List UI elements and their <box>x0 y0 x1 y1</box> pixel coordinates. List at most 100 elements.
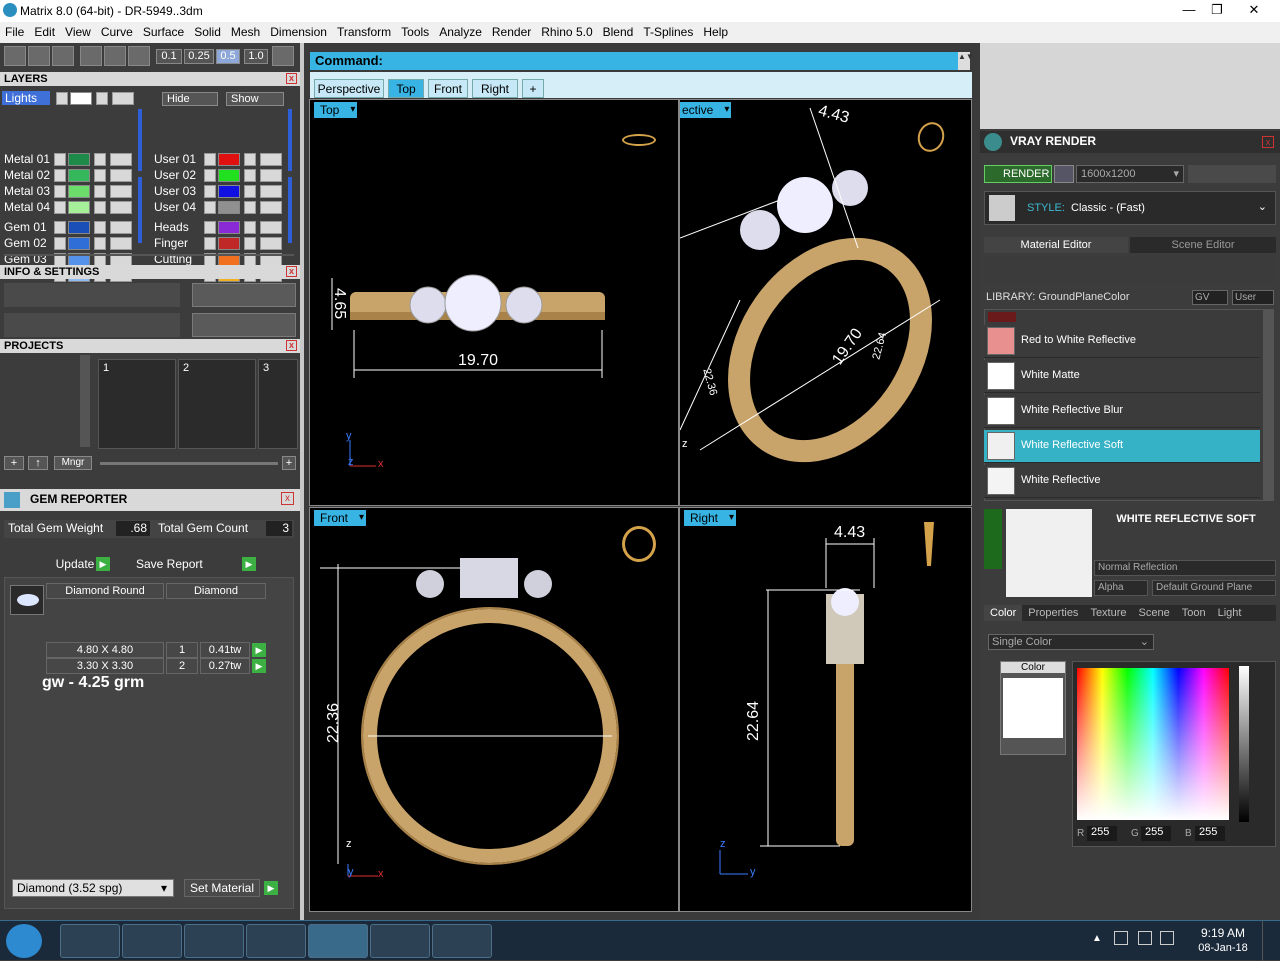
preview-toggle[interactable] <box>984 509 1002 569</box>
tab-material-editor[interactable]: Material Editor <box>984 237 1128 253</box>
project-slot-1[interactable]: 1 <box>98 359 176 449</box>
expand-icon[interactable] <box>54 237 66 250</box>
visibility-icon[interactable] <box>260 237 282 250</box>
lock-icon[interactable] <box>94 221 106 234</box>
menu-surface[interactable]: Surface <box>138 22 189 39</box>
box-icon[interactable] <box>28 46 50 66</box>
expand-icon[interactable] <box>204 221 216 234</box>
viewport-right[interactable]: Right 4.43 22.64 z y <box>679 507 972 912</box>
render-button[interactable]: RENDER <box>984 165 1052 183</box>
lights-layer[interactable]: Lights <box>2 91 50 105</box>
menu-tools[interactable]: Tools <box>396 22 434 39</box>
viewport-perspective[interactable]: ective 4.43 19.70 22.36 22.64 z <box>679 99 972 506</box>
layer-row[interactable]: Gem 02 <box>0 236 140 251</box>
expand-icon[interactable] <box>204 185 216 198</box>
visibility-icon[interactable] <box>260 153 282 166</box>
green-input[interactable]: 255 <box>1141 826 1171 841</box>
layer-color-swatch[interactable] <box>68 185 90 198</box>
menu-dimension[interactable]: Dimension <box>265 22 332 39</box>
grid-value-4[interactable]: 1.0 <box>244 49 268 64</box>
add-slot-button[interactable]: + <box>282 456 296 470</box>
menu-blend[interactable]: Blend <box>598 22 639 39</box>
red-input[interactable]: 255 <box>1087 826 1117 841</box>
plane-icon[interactable] <box>104 46 126 66</box>
layer-color-swatch[interactable] <box>68 221 90 234</box>
layer-color-swatch[interactable] <box>218 221 240 234</box>
visibility-icon[interactable] <box>260 221 282 234</box>
layer-color-swatch[interactable] <box>218 201 240 214</box>
expand-icon[interactable] <box>204 201 216 214</box>
menu-mesh[interactable]: Mesh <box>226 22 265 39</box>
lock-icon[interactable] <box>94 237 106 250</box>
layer-color-swatch[interactable] <box>68 201 90 214</box>
cursor-icon[interactable] <box>128 46 150 66</box>
command-bar[interactable]: Command: <box>310 52 958 70</box>
action-center-icon[interactable] <box>1160 931 1174 945</box>
layer-row[interactable]: User 04 <box>150 200 290 215</box>
menu-file[interactable]: File <box>0 22 29 39</box>
snap-icon[interactable] <box>80 46 102 66</box>
layer-row[interactable]: Metal 04 <box>0 200 140 215</box>
expand-icon[interactable] <box>54 221 66 234</box>
grid-toggle-icon[interactable] <box>272 46 294 66</box>
color-swatch[interactable] <box>1003 678 1063 738</box>
tab-properties[interactable]: Properties <box>1022 605 1084 621</box>
expand-icon[interactable] <box>54 169 66 182</box>
close-icon[interactable]: x <box>1262 136 1274 148</box>
network-icon[interactable] <box>1114 931 1128 945</box>
material-item[interactable]: White Matte <box>984 360 1260 393</box>
firefox-icon[interactable] <box>246 924 306 958</box>
media-player-icon[interactable] <box>60 924 120 958</box>
menu-curve[interactable]: Curve <box>96 22 138 39</box>
material-scrollbar[interactable] <box>1264 309 1274 501</box>
play-icon[interactable]: ▶ <box>96 557 110 571</box>
render-settings-icon[interactable] <box>1054 165 1074 183</box>
lock-icon[interactable] <box>94 153 106 166</box>
lock-icon[interactable] <box>244 185 256 198</box>
layer-color-swatch[interactable] <box>218 153 240 166</box>
volume-icon[interactable] <box>1138 931 1152 945</box>
tab-texture[interactable]: Texture <box>1084 605 1132 621</box>
lock-icon[interactable] <box>96 92 108 105</box>
tray-arrow-icon[interactable]: ▲ <box>1092 933 1102 944</box>
play-icon[interactable]: ▶ <box>242 557 256 571</box>
tab-top[interactable]: Top <box>388 79 424 98</box>
ground-plane-toggle[interactable]: Default Ground Plane <box>1152 580 1276 596</box>
show-toggle[interactable]: Show <box>226 92 284 106</box>
tab-scene-editor[interactable]: Scene Editor <box>1130 237 1276 253</box>
viewport-top[interactable]: Top 4.65 19.70 y z x <box>309 99 679 506</box>
visibility-icon[interactable] <box>110 237 132 250</box>
menu-tsplines[interactable]: T-Splines <box>638 22 698 39</box>
lock-icon[interactable] <box>244 221 256 234</box>
lock-icon[interactable] <box>94 185 106 198</box>
close-button[interactable]: ✕ <box>1240 0 1268 20</box>
menu-edit[interactable]: Edit <box>29 22 60 39</box>
expand-icon[interactable] <box>56 92 68 105</box>
ie-icon[interactable] <box>184 924 244 958</box>
material-item[interactable]: Red to White Reflective <box>984 325 1260 358</box>
user-toggle[interactable]: User <box>1232 290 1274 305</box>
visibility-icon[interactable] <box>110 169 132 182</box>
tab-perspective[interactable]: Perspective <box>314 79 384 98</box>
project-slot-3[interactable]: 3 <box>258 359 298 449</box>
alpha-toggle[interactable]: Alpha <box>1094 580 1148 596</box>
expand-icon[interactable] <box>204 169 216 182</box>
add-view-button[interactable]: + <box>522 79 544 98</box>
lock-icon[interactable] <box>94 169 106 182</box>
up-icon[interactable]: ↑ <box>28 456 48 470</box>
splitter[interactable] <box>4 254 294 256</box>
explorer-icon[interactable] <box>122 924 182 958</box>
layer-row[interactable]: User 02 <box>150 168 290 183</box>
menu-help[interactable]: Help <box>698 22 733 39</box>
picture-viewer-icon[interactable] <box>432 924 492 958</box>
expand-icon[interactable] <box>54 201 66 214</box>
viewport-front[interactable]: Front 22.36 z y x <box>309 507 679 912</box>
save-report-button[interactable]: Save Report <box>132 556 242 573</box>
layer-color-swatch[interactable] <box>218 237 240 250</box>
close-icon[interactable]: x <box>286 266 297 277</box>
visibility-icon[interactable] <box>110 221 132 234</box>
grid-value-3[interactable]: 0.5 <box>216 49 240 64</box>
grid-value-2[interactable]: 0.25 <box>184 49 214 64</box>
layer-color-swatch[interactable] <box>218 185 240 198</box>
layer-row[interactable]: Metal 03 <box>0 184 140 199</box>
